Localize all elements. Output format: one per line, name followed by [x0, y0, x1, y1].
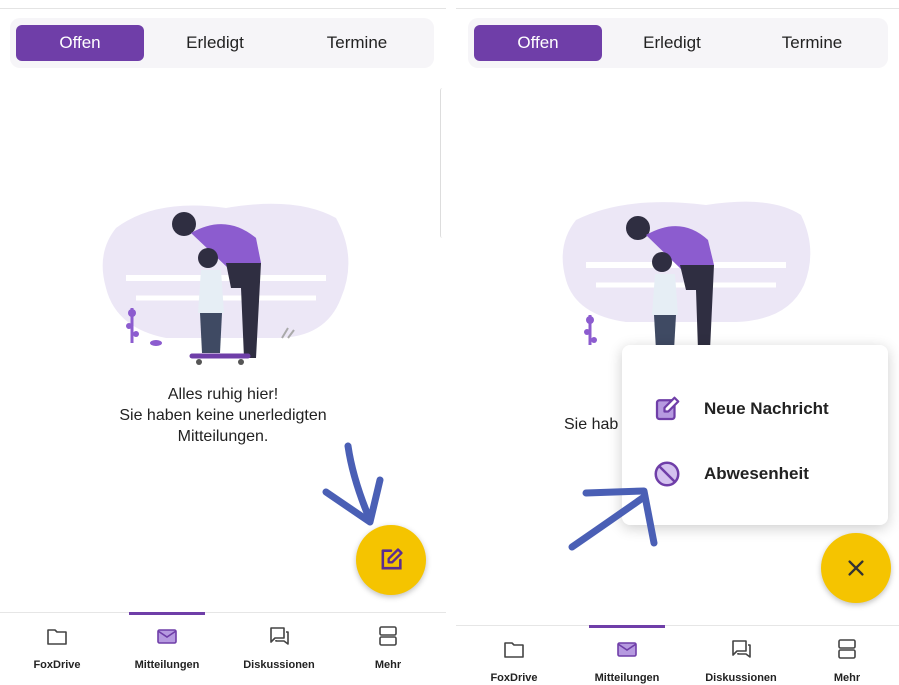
- compose-icon: [381, 548, 403, 570]
- menu-item-new-message[interactable]: Neue Nachricht: [622, 381, 888, 437]
- tab-termine[interactable]: Termine: [742, 25, 882, 61]
- nav-label: FoxDrive: [33, 659, 81, 671]
- annotation-arrow: [568, 487, 658, 551]
- screen-open-messages: Offen Erledigt Termine Alles ruhig hier!…: [0, 0, 446, 685]
- scroll-indicator: [440, 88, 445, 238]
- nav-label: Mehr: [833, 672, 861, 684]
- mail-icon: [617, 642, 637, 657]
- more-icon: [379, 626, 397, 646]
- empty-state-line: Sie haben keine unerledigten: [119, 407, 327, 424]
- nav-diskussionen[interactable]: Diskussionen: [691, 626, 791, 685]
- tab-erledigt[interactable]: Erledigt: [144, 25, 286, 61]
- top-divider: [456, 8, 899, 9]
- tab-termine[interactable]: Termine: [286, 25, 428, 61]
- chat-icon: [270, 627, 289, 645]
- nav-label: Diskussionen: [705, 672, 777, 684]
- empty-state-message-partial: Sie hab: [564, 416, 619, 433]
- empty-state-title: Alles ruhig hier!: [167, 386, 279, 403]
- compose-icon: [650, 392, 684, 426]
- close-fab[interactable]: [821, 533, 891, 603]
- chat-icon: [732, 640, 751, 658]
- nav-foxdrive[interactable]: FoxDrive: [7, 613, 107, 685]
- menu-item-label: Neue Nachricht: [704, 399, 829, 418]
- nav-label: Mitteilungen: [594, 672, 660, 684]
- close-icon: [848, 560, 864, 576]
- mail-icon: [157, 629, 177, 644]
- compose-fab[interactable]: [356, 525, 426, 595]
- nav-foxdrive[interactable]: FoxDrive: [464, 626, 564, 685]
- screen-open-messages-menu: Offen Erledigt Termine Sie hab Neue Nach…: [456, 0, 899, 685]
- nav-label: FoxDrive: [490, 672, 538, 684]
- tab-bar: Offen Erledigt Termine: [10, 18, 434, 68]
- more-icon: [838, 639, 856, 659]
- folder-icon: [504, 642, 524, 658]
- nav-mehr[interactable]: Mehr: [338, 613, 438, 685]
- nav-label: Mitteilungen: [134, 659, 200, 671]
- tab-erledigt[interactable]: Erledigt: [602, 25, 742, 61]
- tab-offen[interactable]: Offen: [474, 25, 602, 61]
- empty-state-illustration: [102, 203, 349, 365]
- top-divider: [0, 8, 446, 9]
- nav-mehr[interactable]: Mehr: [797, 626, 897, 685]
- bottom-navigation: FoxDrive Mitteilungen Diskussionen Mehr: [456, 625, 899, 685]
- nav-label: Diskussionen: [243, 659, 315, 671]
- bottom-navigation: FoxDrive Mitteilungen Diskussionen Mehr: [0, 612, 446, 685]
- menu-item-label: Abwesenheit: [704, 464, 809, 483]
- nav-mitteilungen[interactable]: Mitteilungen: [117, 612, 217, 685]
- folder-icon: [47, 629, 67, 645]
- annotation-arrow: [322, 442, 384, 526]
- tab-bar: Offen Erledigt Termine: [468, 18, 888, 68]
- empty-state-message: Alles ruhig hier! Sie haben keine unerle…: [0, 384, 446, 447]
- tab-offen[interactable]: Offen: [16, 25, 144, 61]
- nav-mitteilungen[interactable]: Mitteilungen: [577, 625, 677, 685]
- nav-label: Mehr: [374, 659, 402, 671]
- nav-diskussionen[interactable]: Diskussionen: [229, 613, 329, 685]
- empty-state-illustration: [562, 201, 811, 350]
